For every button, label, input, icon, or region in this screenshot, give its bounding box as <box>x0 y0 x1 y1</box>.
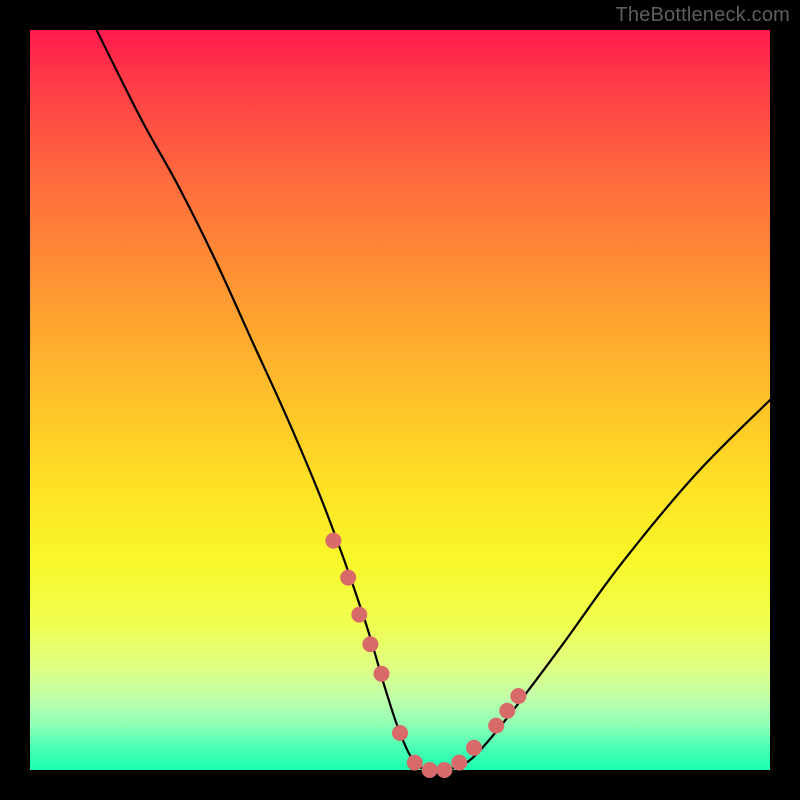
watermark-text: TheBottleneck.com <box>615 4 790 27</box>
marker-dot <box>422 762 438 778</box>
curve-path <box>97 30 770 771</box>
marker-dot <box>510 688 526 704</box>
marker-dot <box>488 718 504 734</box>
chart-svg <box>30 30 770 770</box>
plot-area <box>30 30 770 770</box>
marker-dot <box>407 755 423 771</box>
marker-dot <box>499 703 515 719</box>
marker-dot <box>466 740 482 756</box>
marker-dot <box>451 755 467 771</box>
marker-group <box>325 533 526 778</box>
marker-dot <box>351 607 367 623</box>
marker-dot <box>325 533 341 549</box>
marker-dot <box>362 636 378 652</box>
marker-dot <box>392 725 408 741</box>
marker-dot <box>436 762 452 778</box>
marker-dot <box>340 570 356 586</box>
marker-dot <box>374 666 390 682</box>
chart-frame: TheBottleneck.com <box>0 0 800 800</box>
